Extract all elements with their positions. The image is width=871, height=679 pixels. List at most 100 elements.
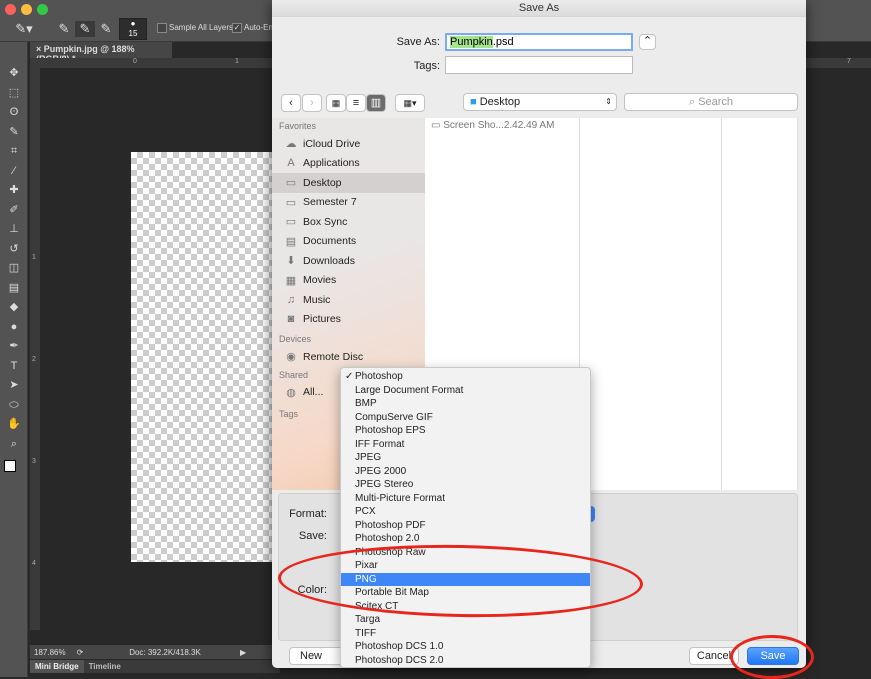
status-menu-arrow-icon[interactable]: ▶ [240,648,246,657]
format-option-photoshop-pdf[interactable]: Photoshop PDF [341,519,590,533]
icon-view-button[interactable]: ▦ [326,94,346,112]
type-tool-icon[interactable]: T [0,357,28,377]
back-button[interactable]: ‹ [281,94,301,112]
format-option-label: JPEG [355,452,382,463]
sidebar-item-pictures[interactable]: ◙ Pictures [272,310,425,330]
vruler-tick-label: 2 [32,356,36,363]
file-name: Screen Sho...2.42.49 AM [443,120,555,131]
sidebar-item-downloads[interactable]: ⬇ Downloads [272,251,425,271]
zoom-level[interactable]: 187.86% [30,648,70,657]
format-option-iff-format[interactable]: IFF Format [341,438,590,452]
format-option-large-document-format[interactable]: Large Document Format [341,384,590,398]
lasso-tool-icon[interactable]: ʘ [0,103,28,123]
cover-flow-view-button[interactable]: ▦▾ [395,94,425,112]
add-selection-icon[interactable]: ✎ [75,21,95,37]
quick-select-tool-preset-icon[interactable]: ✎▾ [14,21,34,37]
tags-input[interactable] [445,56,633,74]
format-option-jpeg-2000[interactable]: JPEG 2000 [341,465,590,479]
tab-mini-bridge[interactable]: Mini Bridge [30,660,84,673]
sidebar-item-remote-disc[interactable]: ◉ Remote Disc [272,347,425,367]
sidebar-item-semester-7[interactable]: ▭ Semester 7 [272,193,425,213]
eyedropper-tool-icon[interactable]: ⁄ [0,162,28,182]
search-input[interactable]: ⌕ Search [624,93,798,111]
tab-timeline[interactable]: Timeline [84,660,126,673]
sidebar-item-movies[interactable]: ▦ Movies [272,271,425,291]
hand-tool-icon[interactable]: ✋ [0,415,28,435]
list-view-button[interactable]: ≡ [346,94,366,112]
format-option-pcx[interactable]: PCX [341,505,590,519]
auto-enhance-checkbox[interactable]: ✓ Auto-En [232,23,273,33]
file-column-3 [722,118,798,490]
format-option-tiff[interactable]: TIFF [341,627,590,641]
format-option-jpeg-stereo[interactable]: JPEG Stereo [341,478,590,492]
close-window-button[interactable] [5,4,16,15]
color-swatches[interactable] [4,460,22,478]
format-option-photoshop[interactable]: ✓ Photoshop [341,370,590,384]
cloud-icon: ☁ [285,138,297,151]
crop-tool-icon[interactable]: ⌗ [0,142,28,162]
gradient-tool-icon[interactable]: ▤ [0,279,28,299]
path-select-tool-icon[interactable]: ➤ [0,376,28,396]
format-option-compuserve-gif[interactable]: CompuServe GIF [341,411,590,425]
file-item[interactable]: ▭ Screen Sho...2.42.49 AM [425,118,579,133]
pen-tool-icon[interactable]: ✒ [0,337,28,357]
format-option-photoshop-2-0[interactable]: Photoshop 2.0 [341,532,590,546]
sidebar-item-applications[interactable]: A Applications [272,154,425,174]
format-option-photoshop-dcs-1-0[interactable]: Photoshop DCS 1.0 [341,640,590,654]
file-column-2 [580,118,722,490]
sidebar-item-label: Semester 7 [303,196,357,209]
refresh-icon[interactable]: ⟳ [70,648,90,657]
eraser-tool-icon[interactable]: ◫ [0,259,28,279]
format-label: Format: [289,508,327,520]
stamp-tool-icon[interactable]: ⊥ [0,220,28,240]
search-placeholder: Search [698,96,734,108]
sidebar-item-icloud-drive[interactable]: ☁ iCloud Drive [272,134,425,154]
zoom-tool-icon[interactable]: ⌕ [0,435,28,455]
marquee-tool-icon[interactable]: ⬚ [0,84,28,104]
format-option-multi-picture-format[interactable]: Multi-Picture Format [341,492,590,506]
collapse-dialog-button[interactable]: ⌃ [639,34,656,50]
zoom-window-button[interactable] [37,4,48,15]
disc-icon: ◉ [286,351,296,364]
format-option-photoshop-dcs-2-0[interactable]: Photoshop DCS 2.0 [341,654,590,668]
transparent-canvas[interactable] [131,152,273,562]
sidebar-item-label: Documents [303,235,357,248]
movies-icon: ▦ [285,274,297,287]
filename-input[interactable]: Pumpkin.psd [445,33,633,51]
document-tab[interactable]: × Pumpkin.jpg @ 188% (RGB/8) * [30,42,172,64]
sidebar-item-box-sync[interactable]: ▭ Box Sync [272,212,425,232]
ruler-tick-label: 1 [235,58,239,65]
new-selection-icon[interactable]: ✎ [54,21,74,37]
forward-button[interactable]: › [302,94,322,112]
subtract-selection-icon[interactable]: ✎ [96,21,116,37]
image-file-icon: ▭ [431,120,441,131]
format-option-label: CompuServe GIF [355,411,433,423]
sidebar-item-label: Desktop [303,176,342,189]
filename-selected-text: Pumpkin [450,36,493,48]
quick-select-tool-icon[interactable]: ✎ [0,123,28,143]
format-option-photoshop-eps[interactable]: Photoshop EPS [341,424,590,438]
column-view-button[interactable]: ▥ [366,94,386,112]
history-brush-tool-icon[interactable]: ↺ [0,240,28,260]
brush-size-picker[interactable]: ● 15 [119,18,147,40]
vruler-tick-label: 1 [32,254,36,261]
format-option-jpeg[interactable]: JPEG [341,451,590,465]
minimize-window-button[interactable] [21,4,32,15]
sidebar-item-music[interactable]: ♫ Music [272,290,425,310]
sidebar-item-desktop[interactable]: ▭ Desktop [272,173,425,193]
dodge-tool-icon[interactable]: ● [0,318,28,338]
shape-tool-icon[interactable]: ⬭ [0,396,28,416]
move-tool-icon[interactable]: ✥ [0,64,28,84]
sample-all-layers-label: Sample All Layers [169,23,234,33]
blur-tool-icon[interactable]: ◆ [0,298,28,318]
healing-tool-icon[interactable]: ✚ [0,181,28,201]
format-option-label: JPEG 2000 [355,465,407,477]
brush-tool-icon[interactable]: ✐ [0,201,28,221]
ruler-tick-label: 0 [133,58,137,65]
documents-icon: ▤ [285,235,297,248]
sidebar-item-documents[interactable]: ▤ Documents [272,232,425,252]
format-option-label: Photoshop PDF [355,519,426,531]
location-popup[interactable]: ■ Desktop ⇕ [463,93,617,111]
format-option-bmp[interactable]: BMP [341,397,590,411]
sample-all-layers-checkbox[interactable]: Sample All Layers [157,23,233,33]
